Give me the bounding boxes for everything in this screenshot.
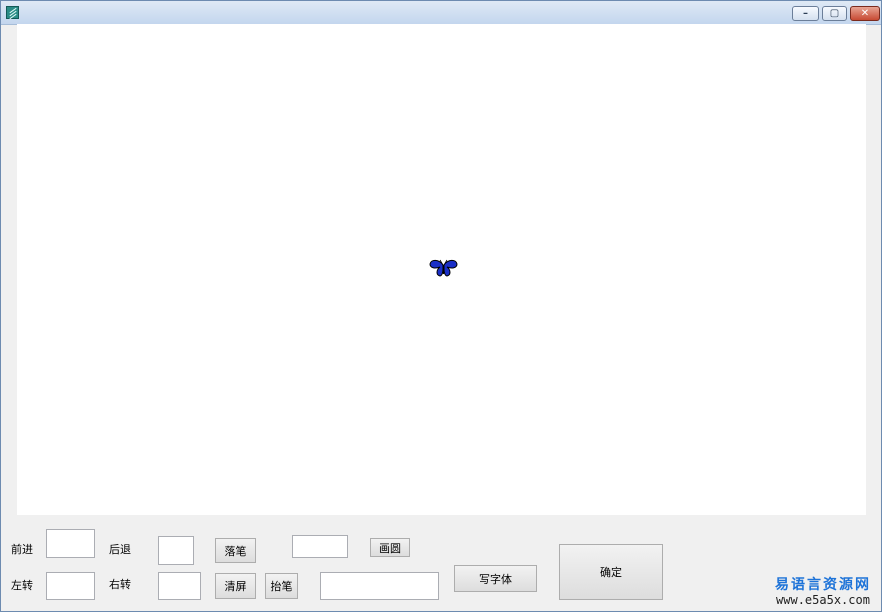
close-icon: ✕: [860, 8, 870, 19]
pen-down-button[interactable]: 落笔: [215, 538, 256, 563]
forward-input[interactable]: [46, 529, 95, 558]
pen-up-button[interactable]: 抬笔: [265, 573, 298, 599]
turn-left-input[interactable]: [46, 572, 95, 600]
confirm-button[interactable]: 确定: [559, 544, 663, 600]
minimize-button[interactable]: –: [792, 6, 819, 21]
draw-circle-button[interactable]: 画圆: [370, 538, 410, 557]
title-bar[interactable]: – ▢ ✕: [1, 1, 881, 25]
watermark: 易语言资源网 www.e5a5x.com: [768, 577, 878, 607]
close-button[interactable]: ✕: [850, 6, 880, 21]
text-input[interactable]: [320, 572, 439, 600]
write-text-button[interactable]: 写字体: [454, 565, 537, 592]
turn-right-label: 右转: [109, 578, 131, 591]
app-window: – ▢ ✕ 前进 后退 落笔 画圆 左转 右转 清屏 抬笔 写字体 确定 易语言…: [0, 0, 882, 612]
watermark-title: 易语言资源网: [775, 577, 871, 593]
butterfly-icon: [429, 259, 458, 277]
turn-left-label: 左转: [11, 579, 33, 592]
watermark-url: www.e5a5x.com: [776, 593, 870, 607]
app-icon: [6, 6, 19, 20]
maximize-icon: ▢: [829, 8, 840, 19]
maximize-button[interactable]: ▢: [822, 6, 847, 21]
minimize-icon: –: [803, 8, 808, 19]
circle-radius-input[interactable]: [292, 535, 348, 558]
back-input[interactable]: [158, 536, 194, 565]
clear-screen-button[interactable]: 清屏: [215, 573, 256, 599]
forward-label: 前进: [11, 543, 33, 556]
turn-right-input[interactable]: [158, 572, 201, 600]
back-label: 后退: [109, 543, 131, 556]
